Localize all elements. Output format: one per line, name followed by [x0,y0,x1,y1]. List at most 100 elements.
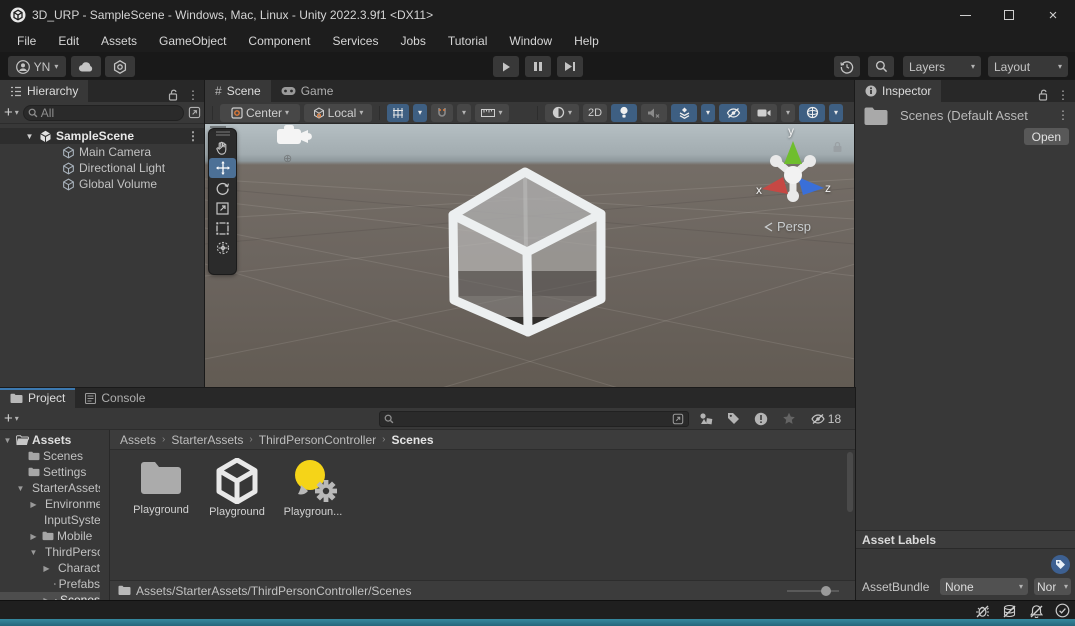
menu-services[interactable]: Services [321,30,389,52]
tree-item-inputsystem[interactable]: InputSystem [0,512,100,528]
content-scrollbar[interactable] [847,452,853,512]
tool-handle-position-dropdown[interactable]: Center ▾ [220,104,300,122]
unlock-icon[interactable] [1038,89,1049,101]
cloud-button[interactable] [71,56,101,77]
debugger-disabled-button[interactable] [969,602,995,619]
add-label-button[interactable] [1051,555,1070,574]
hierarchy-scene-row[interactable]: ▼ SampleScene ⋮ [0,128,205,144]
asset-playground-lighting[interactable]: Playgroun... [280,458,346,518]
tree-item-scenes-selected[interactable]: ▶Scenes [0,592,100,600]
tab-inspector[interactable]: Inspector [855,80,941,102]
cache-server-disabled-button[interactable] [996,602,1022,619]
menu-tutorial[interactable]: Tutorial [437,30,499,52]
grid-settings-dropdown[interactable]: ▾ [413,104,427,122]
snap-settings-dropdown[interactable]: ▾ [457,104,471,122]
scale-tool-button[interactable] [209,198,236,218]
version-control-button[interactable] [105,56,135,77]
tree-item-character[interactable]: ▶Character [0,560,100,576]
axis-z-label[interactable]: z [825,181,831,195]
hierarchy-item-global-volume[interactable]: Global Volume [62,176,157,192]
camera-settings-button[interactable] [751,104,777,122]
hidden-items-counter[interactable]: 18 [810,412,841,426]
rotate-tool-button[interactable] [209,178,236,198]
open-button[interactable]: Open [1024,128,1069,145]
tab-game[interactable]: Game [271,80,344,102]
asset-playground-folder[interactable]: Playground [128,458,194,516]
search-everywhere-button[interactable] [868,56,894,77]
asset-menu-icon[interactable]: ⋮ [1057,108,1069,122]
2d-view-toggle[interactable]: 2D [583,104,607,122]
breadcrumb-starterassets[interactable]: StarterAssets [171,433,243,447]
project-content-area[interactable]: Playground Playground Playgroun... [110,450,855,580]
shading-mode-dropdown[interactable]: ▾ [545,104,579,122]
tool-handle-rotation-dropdown[interactable]: Local ▾ [304,104,372,122]
background-tasks-button[interactable] [1049,602,1075,619]
tree-item-mobile[interactable]: ▶Mobile [0,528,100,544]
pause-button[interactable] [525,56,551,77]
grid-visibility-toggle[interactable] [387,104,409,122]
search-by-type-button[interactable] [699,412,713,425]
component-visibility-toggle[interactable] [799,104,825,122]
play-button[interactable] [493,56,519,77]
tab-hierarchy[interactable]: Hierarchy [0,80,88,102]
minimize-button[interactable] [943,0,987,30]
menu-file[interactable]: File [6,30,47,52]
effects-toggle[interactable] [671,104,697,122]
move-tool-button[interactable] [209,158,236,178]
create-add-button[interactable]: + ▾ [4,411,19,426]
component-visibility-dropdown[interactable]: ▾ [829,104,843,122]
menu-component[interactable]: Component [237,30,321,52]
maximize-button[interactable] [987,0,1031,30]
step-button[interactable] [557,56,583,77]
transform-tool-button[interactable] [209,238,236,258]
tree-item-starterassets[interactable]: ▼StarterAssets [0,480,100,496]
effects-dropdown[interactable]: ▾ [701,104,715,122]
assetbundle-variant-dropdown[interactable]: Nor ▾ [1034,578,1071,595]
hierarchy-item-directional-light[interactable]: Directional Light [62,160,165,176]
hidden-objects-toggle[interactable] [719,104,747,122]
projection-toggle[interactable]: Persp [764,219,811,234]
axis-x-label[interactable]: x [756,183,762,197]
menu-help[interactable]: Help [563,30,610,52]
scene-viewport[interactable]: ⊕ [205,124,855,388]
asset-playground-scene[interactable]: Playground [204,458,270,518]
hand-tool-button[interactable] [209,138,236,158]
create-add-button[interactable]: + ▾ [4,105,19,120]
breadcrumb-assets[interactable]: Assets [120,433,156,447]
panel-menu-icon[interactable]: ⋮ [1057,88,1069,102]
axis-y-label[interactable]: y [788,124,794,138]
snap-toggle[interactable] [431,104,453,122]
hierarchy-item-main-camera[interactable]: Main Camera [62,144,151,160]
slider-knob[interactable] [821,586,831,596]
tree-item-environment[interactable]: ▶Environment [0,496,100,512]
breadcrumb-scenes[interactable]: Scenes [391,433,433,447]
close-button[interactable]: × [1031,0,1075,30]
tree-item-prefabs[interactable]: Prefabs [0,576,100,592]
layout-dropdown[interactable]: Layout ▾ [988,56,1068,77]
snap-increment-dropdown[interactable]: ▾ [475,104,509,122]
menu-gameobject[interactable]: GameObject [148,30,237,52]
project-search-input[interactable] [379,411,689,427]
undo-history-button[interactable] [834,56,860,77]
popout-search-icon[interactable] [188,106,201,119]
tab-project[interactable]: Project [0,388,75,408]
tab-scene[interactable]: # Scene [205,80,271,102]
tree-item-assets[interactable]: ▼Assets [0,432,100,448]
scene-menu-icon[interactable]: ⋮ [187,129,199,143]
thumbnail-size-slider[interactable] [787,584,839,598]
expand-arrow-icon[interactable]: ▼ [24,132,35,141]
hierarchy-search-input[interactable]: All [23,105,184,121]
layers-dropdown[interactable]: Layers ▾ [903,56,981,77]
account-dropdown[interactable]: YN ▾ [8,56,66,77]
scene-lighting-toggle[interactable] [611,104,637,122]
menu-edit[interactable]: Edit [47,30,90,52]
menu-assets[interactable]: Assets [90,30,148,52]
main-camera-gizmo-icon[interactable] [275,124,313,150]
camera-settings-dropdown[interactable]: ▾ [781,104,795,122]
tree-item-settings[interactable]: Settings [0,464,100,480]
search-by-import-log-button[interactable] [754,412,768,426]
audio-mute-toggle[interactable] [641,104,667,122]
tree-item-thirdpersoncontroller[interactable]: ▼ThirdPersonController [0,544,100,560]
tab-console[interactable]: Console [75,388,155,408]
breadcrumb-thirdpersoncontroller[interactable]: ThirdPersonController [259,433,376,447]
